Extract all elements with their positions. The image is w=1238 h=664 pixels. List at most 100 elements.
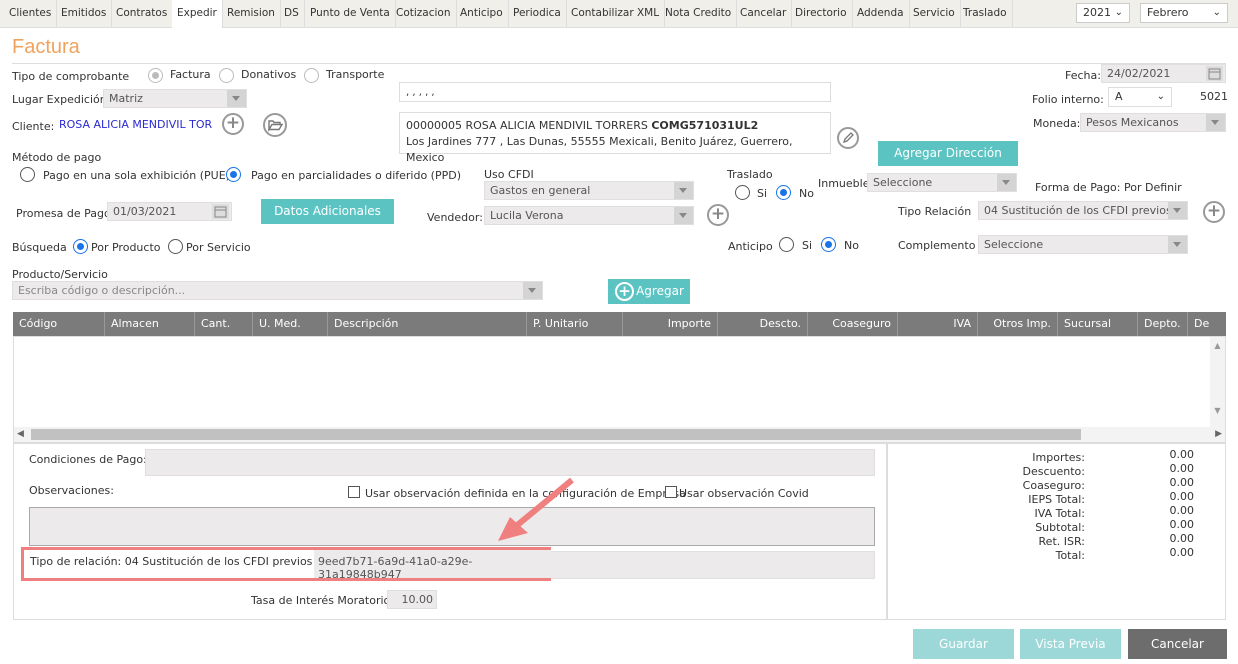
col-otros-imp[interactable]: Otros Imp. [978,312,1058,336]
col-importe[interactable]: Importe [623,312,718,336]
radio-transporte[interactable] [304,68,319,83]
col-coaseguro[interactable]: Coaseguro [808,312,898,336]
tab-directorio[interactable]: Directorio [790,0,853,27]
tasa-input[interactable]: 10.00 [387,590,437,609]
checkbox-obs-covid[interactable] [665,486,677,498]
col-de[interactable]: De [1188,312,1226,336]
folio-serie-select[interactable]: A ⌄ [1108,87,1172,107]
address-line: , , , , , [399,82,831,102]
tab-anticipo[interactable]: Anticipo [455,0,509,27]
radio-anticipo-no-label: No [844,239,859,252]
complemento-select[interactable]: Seleccione [978,235,1188,254]
observaciones-textarea[interactable] [29,507,875,546]
scroll-up-icon[interactable]: ▲ [1210,341,1225,350]
checkbox-obs-empresa[interactable] [348,486,360,498]
radio-donativos[interactable] [219,68,234,83]
fecha-input[interactable]: 24/02/2021 [1101,64,1226,83]
radio-anticipo-no[interactable] [821,237,836,252]
uso-cfdi-label: Uso CFDI [484,168,534,181]
uso-cfdi-select[interactable]: Gastos en general [484,181,694,200]
col-punitario[interactable]: P. Unitario [527,312,623,336]
producto-search-input[interactable]: Escriba código o descripción... [12,281,543,300]
total-value-subtotal: 0.00 [1169,518,1195,531]
tab-ds[interactable]: DS [279,0,305,27]
tab-contratos[interactable]: Contratos [111,0,174,27]
col-almacen[interactable]: Almacen [105,312,195,336]
year-select[interactable]: 2021 ⌄ [1076,3,1130,23]
vertical-scrollbar[interactable]: ▲ ▼ [1210,337,1225,427]
vista-previa-button[interactable]: Vista Previa [1020,629,1121,659]
radio-anticipo-si[interactable] [779,237,794,252]
tab-cotizacion[interactable]: Cotizacion [391,0,457,27]
col-umed[interactable]: U. Med. [253,312,328,336]
col-depto[interactable]: Depto. [1138,312,1188,336]
total-value-importes: 0.00 [1169,448,1195,461]
client-address: Los Jardines 777 , Las Dunas, 55555 Mexi… [406,135,793,164]
add-vendedor-icon[interactable]: + [707,204,729,226]
radio-por-producto[interactable] [73,239,88,254]
folder-open-icon[interactable] [263,113,287,137]
plus-circle-icon: + [615,282,634,301]
total-label-total: Total: [1055,549,1085,562]
tab-nota-credito[interactable]: Nota Credito [660,0,738,27]
chevron-down-icon: ⌄ [1114,7,1123,18]
relacion-highlight-box: Tipo de relación: 04 Sustitución de los … [21,547,551,581]
radio-factura[interactable] [148,68,163,83]
radio-pue-label: Pago en una sola exhibición (PUE) [43,169,230,182]
scroll-right-icon[interactable]: ▶ [1215,429,1222,439]
tab-addenda[interactable]: Addenda [852,0,910,27]
pointer-arrow-icon [498,477,574,541]
tab-clientes[interactable]: Clientes [4,0,58,27]
tab-expedir[interactable]: Expedir [172,0,223,28]
guardar-button[interactable]: Guardar [913,629,1014,659]
calendar-icon[interactable] [1206,66,1223,81]
col-cant[interactable]: Cant. [195,312,253,336]
datos-adicionales-button[interactable]: Datos Adicionales [261,199,394,224]
col-descto[interactable]: Descto. [718,312,808,336]
inmueble-select[interactable]: Seleccione [867,173,1017,192]
vendedor-value: Lucila Verona [490,209,564,222]
tab-remision[interactable]: Remision [222,0,281,27]
edit-pencil-icon[interactable] [837,127,859,149]
tab-traslado[interactable]: Traslado [958,0,1013,27]
tab-periodica[interactable]: Periodica [508,0,567,27]
scroll-thumb[interactable] [31,429,1081,440]
tab-servicio[interactable]: Servicio [908,0,961,27]
condiciones-input[interactable] [145,449,875,476]
radio-ppd[interactable] [226,167,241,182]
col-descripcion[interactable]: Descripción [328,312,527,336]
add-relacion-icon[interactable]: + [1203,201,1225,223]
cancelar-button[interactable]: Cancelar [1128,629,1227,659]
moneda-select[interactable]: Pesos Mexicanos [1080,113,1226,132]
radio-traslado-no[interactable] [776,185,791,200]
anticipo-label: Anticipo [728,240,773,253]
vendedor-select[interactable]: Lucila Verona [484,206,694,225]
radio-pue[interactable] [20,167,35,182]
relacion-label: Tipo de relación: 04 Sustitución de los … [30,555,313,568]
lugar-select[interactable]: Matriz [103,89,247,108]
scroll-down-icon[interactable]: ▼ [1210,406,1225,415]
promesa-label: Promesa de Pago [16,207,111,220]
scroll-left-icon[interactable]: ◀ [17,429,24,439]
tipo-relacion-select[interactable]: 04 Sustitución de los CFDI previos [978,201,1188,220]
col-codigo[interactable]: Código [13,312,105,336]
tab-cancelar[interactable]: Cancelar [735,0,793,27]
radio-transporte-label: Transporte [326,68,385,81]
promesa-input[interactable]: 01/03/2021 [107,202,232,221]
month-select[interactable]: Febrero ⌄ [1140,3,1228,23]
agregar-direccion-button[interactable]: Agregar Dirección [878,141,1018,166]
calendar-icon[interactable] [212,204,229,219]
agregar-button[interactable]: + Agregar [608,279,690,304]
cliente-input[interactable]: ROSA ALICIA MENDIVIL TORRE [53,115,213,134]
col-iva[interactable]: IVA [898,312,978,336]
radio-traslado-si[interactable] [735,185,750,200]
lugar-label: Lugar Expedición [12,93,107,106]
horizontal-scrollbar[interactable]: ◀ ▶ [14,427,1225,442]
tab-punto-de-venta[interactable]: Punto de Venta [305,0,396,27]
tab-emitidos[interactable]: Emitidos [56,0,113,27]
col-sucursal[interactable]: Sucursal [1058,312,1138,336]
radio-por-servicio[interactable] [168,239,183,254]
tab-contabilizar-xml[interactable]: Contabilizar XML [566,0,666,27]
add-client-icon[interactable]: + [222,113,244,135]
total-label-descuento: Descuento: [1022,465,1085,478]
